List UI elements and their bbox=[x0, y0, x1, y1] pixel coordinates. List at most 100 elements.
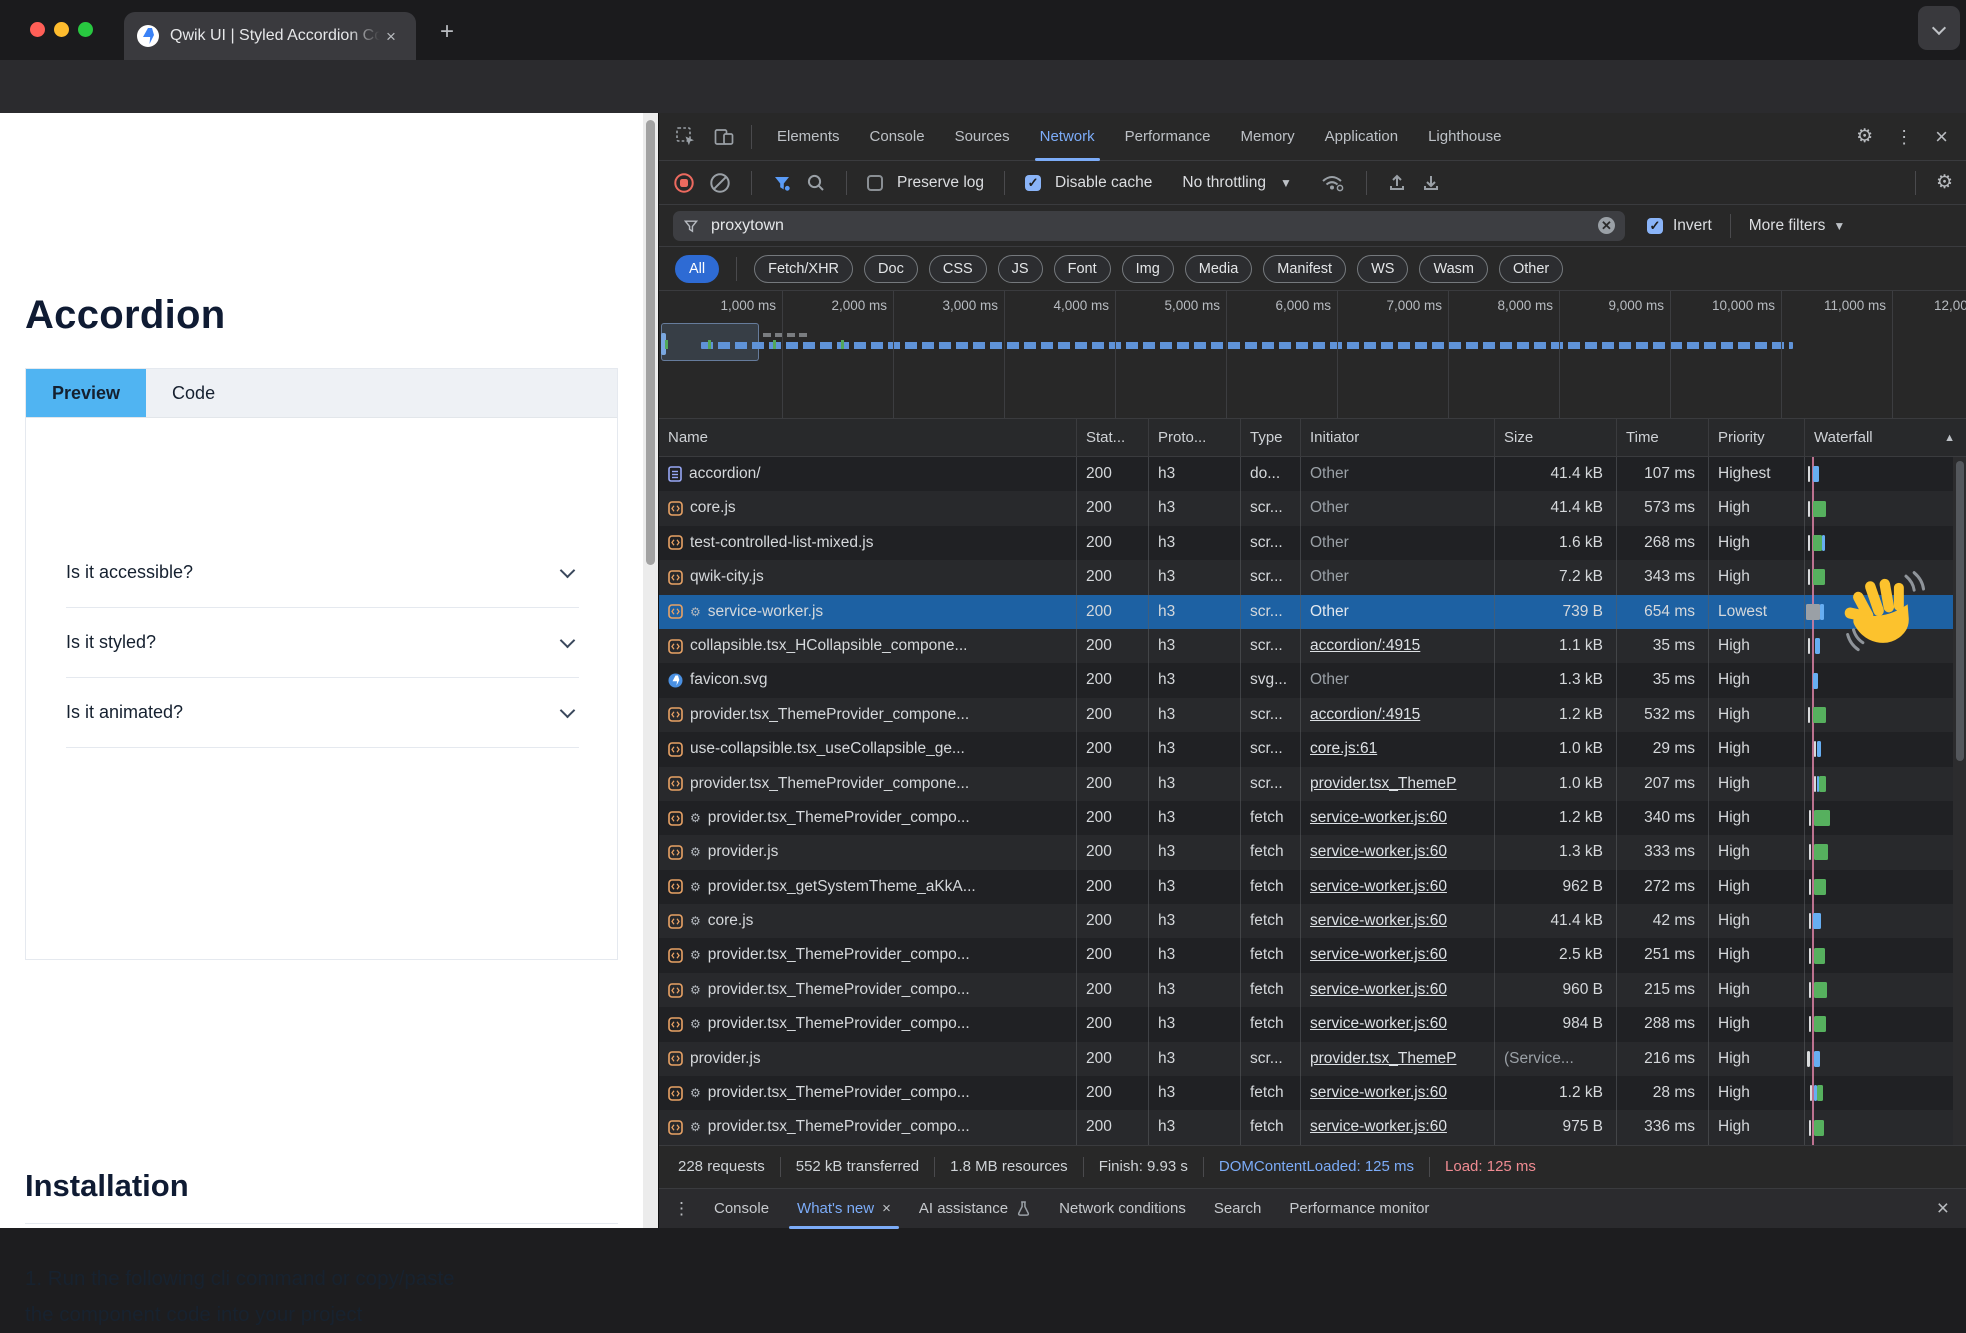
drawer-kebab-menu-icon[interactable]: ⋮ bbox=[673, 1200, 690, 1217]
devtools-close-icon[interactable]: × bbox=[1935, 126, 1948, 148]
request-name[interactable]: accordion/ bbox=[689, 457, 761, 491]
request-name[interactable]: provider.tsx_ThemeProvider_compo... bbox=[708, 801, 970, 835]
network-conditions-icon[interactable] bbox=[1320, 173, 1346, 193]
browser-tab[interactable]: Qwik UI | Styled Accordion Co × bbox=[124, 12, 416, 60]
table-row[interactable]: ⚙core.js200h3fetchservice-worker.js:6041… bbox=[659, 904, 1966, 938]
column-header-waterfall[interactable]: Waterfall▲ bbox=[1805, 419, 1966, 456]
table-row[interactable]: ⚙provider.tsx_ThemeProvider_compo...200h… bbox=[659, 801, 1966, 835]
initiator-link[interactable]: provider.tsx_ThemeP bbox=[1310, 1050, 1456, 1067]
filter-chip-all[interactable]: All bbox=[675, 255, 719, 283]
macos-zoom-button[interactable] bbox=[78, 22, 93, 37]
table-row[interactable]: core.js200h3scr...Other41.4 kB573 msHigh bbox=[659, 491, 1966, 525]
drawer-tab-what-s-new[interactable]: What's new× bbox=[783, 1189, 905, 1229]
tab-search-button[interactable] bbox=[1918, 6, 1960, 50]
request-name[interactable]: provider.tsx_ThemeProvider_compo... bbox=[708, 973, 970, 1007]
accordion-item[interactable]: Is it styled? bbox=[66, 607, 579, 678]
preserve-log-checkbox[interactable] bbox=[867, 175, 883, 191]
initiator-link[interactable]: service-worker.js:60 bbox=[1310, 1118, 1447, 1135]
filter-chip-manifest[interactable]: Manifest bbox=[1263, 255, 1346, 283]
table-row[interactable]: use-collapsible.tsx_useCollapsible_ge...… bbox=[659, 732, 1966, 766]
initiator-link[interactable]: accordion/:4915 bbox=[1310, 706, 1420, 723]
filter-chip-doc[interactable]: Doc bbox=[864, 255, 918, 283]
initiator-link[interactable]: service-worker.js:60 bbox=[1310, 946, 1447, 963]
device-toolbar-icon[interactable] bbox=[713, 126, 735, 148]
devtools-tab-elements[interactable]: Elements bbox=[762, 113, 855, 161]
drawer-tab-search[interactable]: Search bbox=[1200, 1189, 1276, 1229]
devtools-tab-memory[interactable]: Memory bbox=[1226, 113, 1310, 161]
column-header-size[interactable]: Size bbox=[1495, 419, 1617, 456]
disable-cache-checkbox[interactable]: ✓ bbox=[1025, 175, 1041, 191]
column-header-name[interactable]: Name bbox=[659, 419, 1077, 456]
table-row[interactable]: ⚙service-worker.js200h3scr...Other739 B6… bbox=[659, 595, 1966, 629]
clear-network-log-icon[interactable] bbox=[709, 172, 731, 194]
request-name[interactable]: qwik-city.js bbox=[690, 560, 764, 594]
request-name[interactable]: collapsible.tsx_HCollapsible_compone... bbox=[690, 629, 967, 663]
initiator-link[interactable]: service-worker.js:60 bbox=[1310, 1015, 1447, 1032]
devtools-tab-lighthouse[interactable]: Lighthouse bbox=[1413, 113, 1516, 161]
table-row[interactable]: ⚙provider.tsx_getSystemTheme_aKkA...200h… bbox=[659, 870, 1966, 904]
filter-chip-wasm[interactable]: Wasm bbox=[1419, 255, 1488, 283]
filter-chip-font[interactable]: Font bbox=[1054, 255, 1111, 283]
page-scrollbar-thumb[interactable] bbox=[646, 120, 655, 565]
initiator-link[interactable]: service-worker.js:60 bbox=[1310, 878, 1447, 895]
devtools-tab-performance[interactable]: Performance bbox=[1110, 113, 1226, 161]
filter-chip-other[interactable]: Other bbox=[1499, 255, 1563, 283]
request-name[interactable]: core.js bbox=[708, 904, 754, 938]
drawer-tab-ai-assistance[interactable]: AI assistance bbox=[905, 1189, 1045, 1229]
more-filters-button[interactable]: More filters bbox=[1749, 217, 1826, 235]
table-row[interactable]: ⚙provider.tsx_ThemeProvider_compo...200h… bbox=[659, 938, 1966, 972]
macos-minimize-button[interactable] bbox=[54, 22, 69, 37]
request-name[interactable]: service-worker.js bbox=[708, 595, 823, 629]
request-name[interactable]: core.js bbox=[690, 491, 736, 525]
initiator-link[interactable]: accordion/:4915 bbox=[1310, 637, 1420, 654]
network-settings-gear-icon[interactable]: ⚙ bbox=[1936, 173, 1953, 192]
request-name[interactable]: provider.tsx_ThemeProvider_compo... bbox=[708, 938, 970, 972]
column-header-proto[interactable]: Proto... bbox=[1149, 419, 1241, 456]
new-tab-button[interactable]: + bbox=[440, 20, 454, 44]
devtools-tab-console[interactable]: Console bbox=[855, 113, 940, 161]
request-name[interactable]: provider.tsx_ThemeProvider_compone... bbox=[690, 767, 969, 801]
table-row[interactable]: provider.js200h3scr...provider.tsx_Theme… bbox=[659, 1042, 1966, 1076]
invert-checkbox[interactable]: ✓ bbox=[1647, 218, 1663, 234]
filter-chip-fetchxhr[interactable]: Fetch/XHR bbox=[754, 255, 853, 283]
request-name[interactable]: provider.tsx_ThemeProvider_compo... bbox=[708, 1110, 970, 1144]
drawer-tab-performance-monitor[interactable]: Performance monitor bbox=[1275, 1189, 1443, 1229]
table-row[interactable]: provider.tsx_ThemeProvider_compone...200… bbox=[659, 767, 1966, 801]
clear-filter-icon[interactable]: ✕ bbox=[1598, 217, 1615, 234]
initiator-link[interactable]: service-worker.js:60 bbox=[1310, 1084, 1447, 1101]
drawer-close-icon[interactable]: × bbox=[1937, 1198, 1949, 1219]
request-name[interactable]: provider.js bbox=[708, 835, 779, 869]
initiator-link[interactable]: core.js:61 bbox=[1310, 740, 1377, 757]
table-row[interactable]: ⚙provider.tsx_ThemeProvider_compo...200h… bbox=[659, 1110, 1966, 1144]
table-row[interactable]: ⚙provider.tsx_ThemeProvider_compo...200h… bbox=[659, 1076, 1966, 1110]
initiator-link[interactable]: service-worker.js:60 bbox=[1310, 912, 1447, 929]
initiator-link[interactable]: service-worker.js:60 bbox=[1310, 981, 1447, 998]
inspect-element-icon[interactable] bbox=[675, 126, 697, 148]
table-row[interactable]: favicon.svg200h3svg...Other1.3 kB35 msHi… bbox=[659, 663, 1966, 697]
demo-tab-preview[interactable]: Preview bbox=[26, 369, 146, 417]
search-network-icon[interactable] bbox=[806, 173, 826, 193]
table-row[interactable]: ⚙provider.tsx_ThemeProvider_compo...200h… bbox=[659, 973, 1966, 1007]
table-row[interactable]: ⚙provider.js200h3fetchservice-worker.js:… bbox=[659, 835, 1966, 869]
table-row[interactable]: provider.tsx_ThemeProvider_compone...200… bbox=[659, 698, 1966, 732]
table-scrollbar-thumb[interactable] bbox=[1956, 461, 1964, 761]
devtools-settings-gear-icon[interactable]: ⚙ bbox=[1856, 127, 1873, 146]
column-header-type[interactable]: Type bbox=[1241, 419, 1301, 456]
initiator-link[interactable]: service-worker.js:60 bbox=[1310, 843, 1447, 860]
devtools-tab-application[interactable]: Application bbox=[1310, 113, 1413, 161]
request-name[interactable]: use-collapsible.tsx_useCollapsible_ge... bbox=[690, 732, 965, 766]
request-name[interactable]: test-controlled-list-mixed.js bbox=[690, 526, 873, 560]
record-stop-icon[interactable] bbox=[673, 172, 695, 194]
accordion-item[interactable]: Is it accessible? bbox=[66, 537, 579, 608]
table-row[interactable]: collapsible.tsx_HCollapsible_compone...2… bbox=[659, 629, 1966, 663]
filter-chip-ws[interactable]: WS bbox=[1357, 255, 1408, 283]
table-row[interactable]: accordion/200h3do...Other41.4 kB107 msHi… bbox=[659, 457, 1966, 491]
initiator-link[interactable]: provider.tsx_ThemeP bbox=[1310, 775, 1456, 792]
filter-chip-js[interactable]: JS bbox=[998, 255, 1043, 283]
table-row[interactable]: qwik-city.js200h3scr...Other7.2 kB343 ms… bbox=[659, 560, 1966, 594]
devtools-tab-network[interactable]: Network bbox=[1025, 113, 1110, 161]
tab-close-icon[interactable]: × bbox=[386, 28, 396, 45]
column-header-time[interactable]: Time bbox=[1617, 419, 1709, 456]
drawer-tab-console[interactable]: Console bbox=[700, 1189, 783, 1229]
filter-input[interactable] bbox=[709, 216, 1588, 236]
